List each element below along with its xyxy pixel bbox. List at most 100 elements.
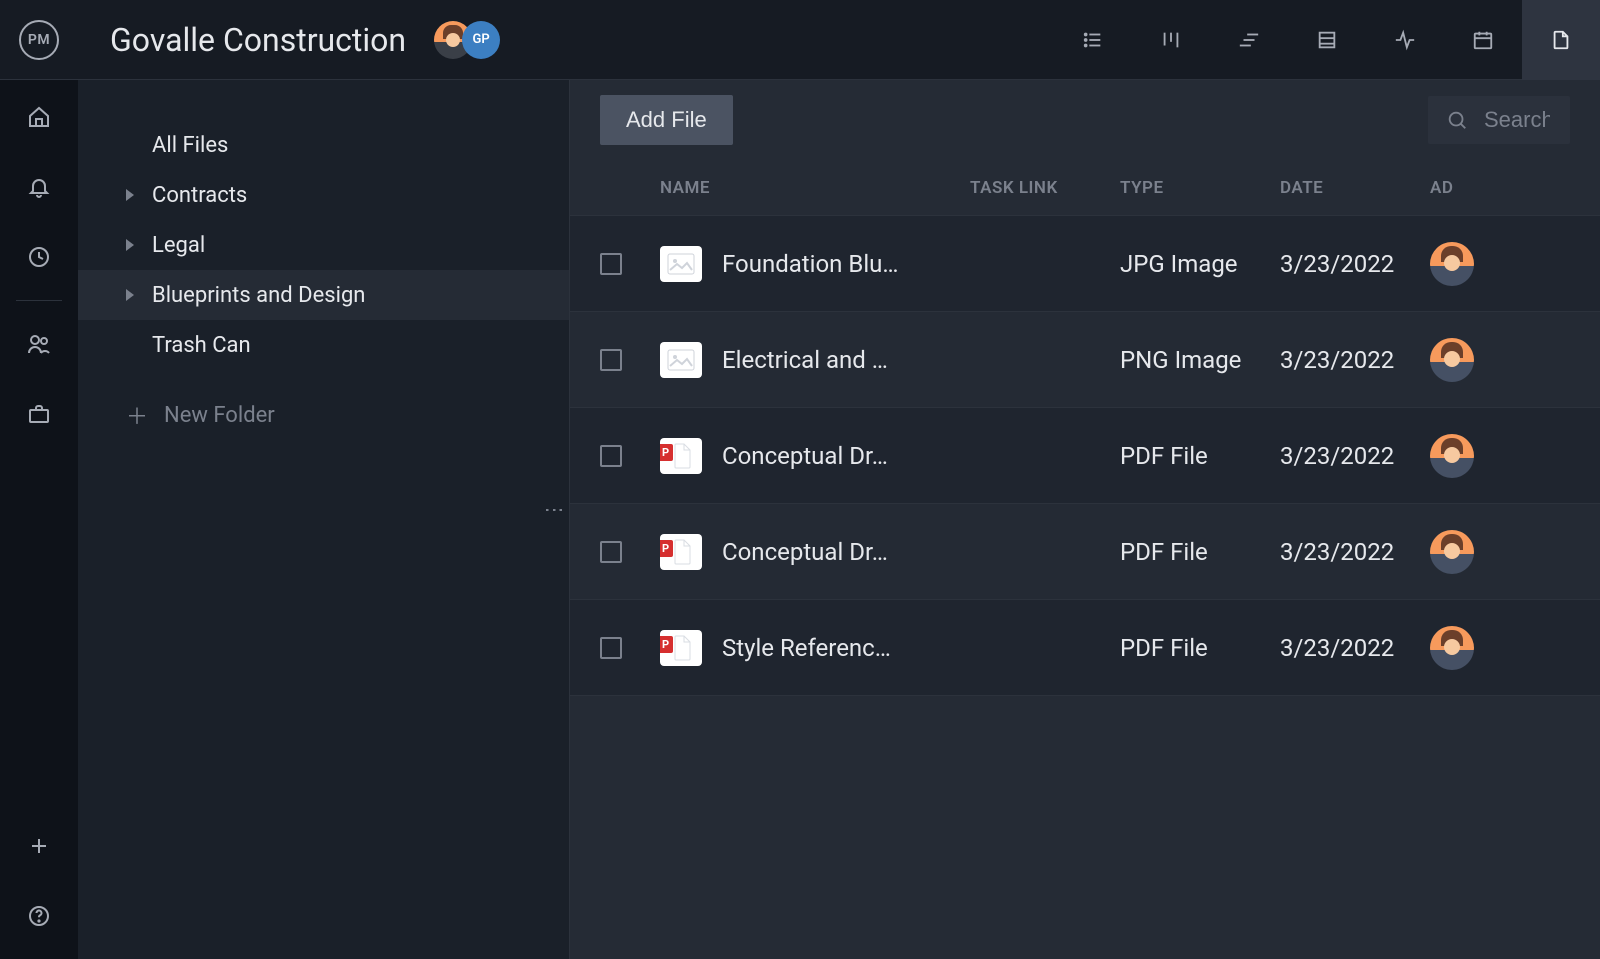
file-date: 3/23/2022 [1280, 250, 1430, 278]
added-by-avatar[interactable] [1430, 434, 1474, 478]
folder-sidebar: All Files Contracts Legal Blueprints and… [78, 80, 570, 959]
file-name: Conceptual Dr… [722, 442, 888, 470]
project-title: Govalle Construction [110, 21, 406, 59]
row-checkbox[interactable] [600, 637, 622, 659]
folder-root-label: All Files [152, 133, 228, 158]
file-date: 3/23/2022 [1280, 634, 1430, 662]
add-file-button[interactable]: Add File [600, 95, 733, 145]
row-checkbox[interactable] [600, 445, 622, 467]
nav-help[interactable] [26, 903, 52, 929]
added-by-avatar[interactable] [1430, 242, 1474, 286]
app-logo[interactable]: PM [0, 0, 78, 80]
people-icon [27, 332, 51, 356]
row-checkbox[interactable] [600, 541, 622, 563]
nav-portfolio[interactable] [26, 401, 52, 427]
folder-label: Legal [152, 233, 205, 258]
file-name: Foundation Blu… [722, 250, 898, 278]
help-icon [27, 904, 51, 928]
file-type: PDF File [1120, 634, 1280, 662]
file-name: Style Referenc… [722, 634, 891, 662]
nav-notifications[interactable] [26, 174, 52, 200]
row-checkbox[interactable] [600, 349, 622, 371]
file-icon [1550, 29, 1572, 51]
image-file-icon [660, 342, 702, 378]
file-date: 3/23/2022 [1280, 538, 1430, 566]
folder-contracts[interactable]: Contracts [78, 170, 569, 220]
pdf-file-icon: P [660, 438, 702, 474]
view-tab-gantt[interactable] [1210, 0, 1288, 80]
folder-trash[interactable]: Trash Can [78, 320, 569, 370]
nav-rail [0, 80, 78, 959]
nav-recent[interactable] [26, 244, 52, 270]
avatar-user-2[interactable]: GP [462, 21, 500, 59]
search-icon [1446, 109, 1468, 131]
col-header-date[interactable]: DATE [1280, 178, 1430, 198]
app-logo-circle: PM [19, 20, 59, 60]
col-header-added[interactable]: AD [1430, 178, 1490, 198]
added-by-avatar[interactable] [1430, 338, 1474, 382]
activity-icon [1394, 29, 1416, 51]
view-tab-board[interactable] [1132, 0, 1210, 80]
nav-team[interactable] [26, 331, 52, 357]
view-tab-calendar[interactable] [1444, 0, 1522, 80]
briefcase-icon [27, 402, 51, 426]
col-header-task[interactable]: TASK LINK [970, 178, 1120, 198]
plus-icon: ＋ [126, 399, 148, 431]
view-tab-list[interactable] [1054, 0, 1132, 80]
folder-label: Contracts [152, 183, 247, 208]
nav-divider [16, 300, 63, 301]
view-tab-workload[interactable] [1366, 0, 1444, 80]
sidebar-resize-handle[interactable]: ⋮ [543, 500, 567, 518]
folder-trash-label: Trash Can [152, 333, 251, 358]
files-panel: Add File NAME TASK LINK TYPE DATE AD Fou… [570, 80, 1600, 959]
chevron-right-icon [126, 239, 134, 251]
view-tab-files[interactable] [1522, 0, 1600, 80]
search-field[interactable] [1428, 96, 1570, 144]
file-rows: Foundation Blu…JPG Image3/23/2022Electri… [570, 216, 1600, 959]
new-folder-button[interactable]: ＋ New Folder [78, 390, 569, 440]
folder-legal[interactable]: Legal [78, 220, 569, 270]
sheet-icon [1316, 29, 1338, 51]
clock-icon [27, 245, 51, 269]
assignee-avatars[interactable]: GP [434, 21, 500, 59]
pdf-file-icon: P [660, 534, 702, 570]
file-name: Conceptual Dr… [722, 538, 888, 566]
plus-icon [27, 834, 51, 858]
file-row[interactable]: Foundation Blu… JPG Image3/23/2022 [570, 216, 1600, 312]
row-checkbox[interactable] [600, 253, 622, 275]
calendar-icon [1472, 29, 1494, 51]
file-date: 3/23/2022 [1280, 346, 1430, 374]
home-icon [27, 105, 51, 129]
col-header-name[interactable]: NAME [660, 178, 970, 198]
folder-label: Blueprints and Design [152, 283, 365, 308]
list-icon [1082, 29, 1104, 51]
nav-add[interactable] [26, 833, 52, 859]
file-row[interactable]: Electrical and … PNG Image3/23/2022 [570, 312, 1600, 408]
folder-root[interactable]: All Files [78, 120, 569, 170]
view-tab-sheet[interactable] [1288, 0, 1366, 80]
col-header-type[interactable]: TYPE [1120, 178, 1280, 198]
files-toolbar: Add File [570, 80, 1600, 160]
search-input[interactable] [1482, 106, 1552, 134]
bell-icon [27, 175, 51, 199]
file-row[interactable]: PStyle Referenc…PDF File3/23/2022 [570, 600, 1600, 696]
gantt-icon [1238, 29, 1260, 51]
view-tabs [1054, 0, 1600, 80]
added-by-avatar[interactable] [1430, 530, 1474, 574]
chevron-right-icon [126, 189, 134, 201]
file-type: JPG Image [1120, 250, 1280, 278]
board-icon [1160, 29, 1182, 51]
added-by-avatar[interactable] [1430, 626, 1474, 670]
table-header: NAME TASK LINK TYPE DATE AD [570, 160, 1600, 216]
file-type: PDF File [1120, 538, 1280, 566]
folder-blueprints[interactable]: Blueprints and Design [78, 270, 569, 320]
file-date: 3/23/2022 [1280, 442, 1430, 470]
nav-home[interactable] [26, 104, 52, 130]
file-type: PNG Image [1120, 346, 1280, 374]
file-name: Electrical and … [722, 346, 888, 374]
file-row[interactable]: P Conceptual Dr… PDF File3/23/2022 [570, 504, 1600, 600]
file-row[interactable]: P Conceptual Dr… PDF File3/23/2022 [570, 408, 1600, 504]
new-folder-label: New Folder [164, 403, 275, 428]
file-type: PDF File [1120, 442, 1280, 470]
chevron-right-icon [126, 289, 134, 301]
